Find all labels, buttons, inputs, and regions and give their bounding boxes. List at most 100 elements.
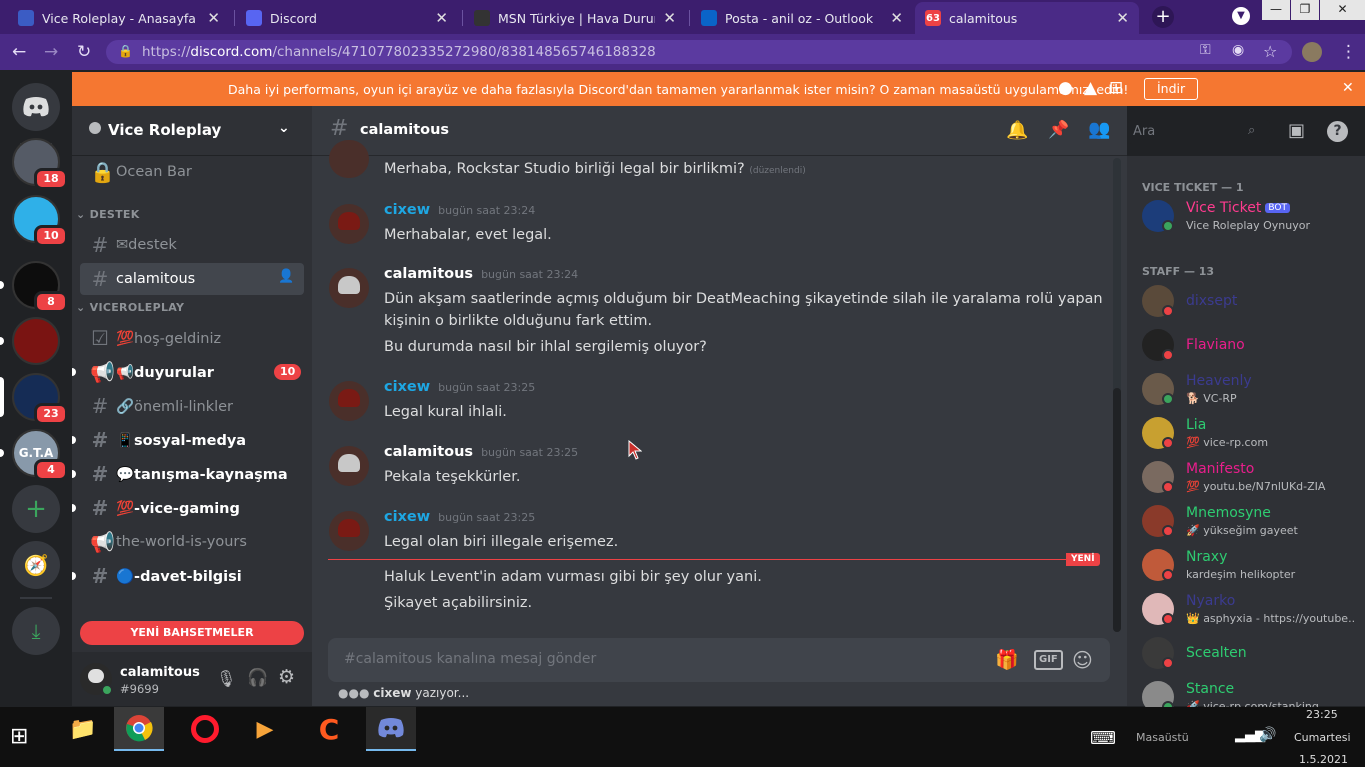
windows-start-icon[interactable]: ⊞ xyxy=(10,724,28,749)
server-icon[interactable] xyxy=(12,317,60,365)
clock-time[interactable]: 23:25 xyxy=(1306,708,1338,721)
tab-search-icon[interactable]: ▼ xyxy=(1232,7,1250,25)
gift-icon[interactable]: 🎁 xyxy=(995,648,1019,671)
invite-icon[interactable]: 👤 xyxy=(278,269,294,284)
channel-item[interactable]: # 🔵-davet-bilgisi xyxy=(80,560,304,592)
avatar[interactable] xyxy=(329,268,369,308)
member-name[interactable]: Heavenly xyxy=(1186,373,1252,389)
forward-icon[interactable]: → xyxy=(44,42,58,62)
member-name-text: dixsept xyxy=(1186,293,1238,309)
close-icon[interactable]: ✕ xyxy=(1342,80,1354,96)
member-name[interactable]: Mnemosyne xyxy=(1186,505,1271,521)
channel-item[interactable]: # 📱sosyal-medya xyxy=(80,424,304,456)
explore-icon[interactable]: 🧭 xyxy=(12,541,60,589)
members-icon[interactable]: 👥 xyxy=(1088,119,1110,140)
keyboard-icon[interactable]: ⌨ xyxy=(1090,728,1116,749)
restore-button[interactable]: ❐ xyxy=(1291,0,1319,20)
browser-tab[interactable]: Vice Roleplay - Anasayfa ✕ xyxy=(8,2,230,34)
channel-item[interactable]: ☑ 💯hoş-geldiniz xyxy=(80,322,304,354)
member-name[interactable]: Manifesto xyxy=(1186,461,1254,477)
username: calamitous xyxy=(120,665,200,680)
chat-scrollbar-thumb[interactable] xyxy=(1113,388,1121,632)
download-apps-icon[interactable]: ⤓ xyxy=(12,607,60,655)
online-status-dot xyxy=(1162,393,1174,405)
new-mentions-pill[interactable]: YENİ BAHSETMELER xyxy=(80,621,304,645)
tracking-icon[interactable]: ◉ xyxy=(1232,42,1244,58)
member-name[interactable]: Lia xyxy=(1186,417,1206,433)
member-name[interactable]: dixsept xyxy=(1186,293,1237,309)
browser-tab[interactable]: 63 calamitous ✕ xyxy=(915,2,1139,34)
menu-icon[interactable]: ⋮ xyxy=(1340,42,1357,62)
channel-item[interactable]: # ✉destek xyxy=(80,229,304,261)
gif-icon[interactable]: GIF xyxy=(1034,650,1063,670)
message-author[interactable]: cixew bugün saat 23:25 xyxy=(384,509,535,525)
channel-item[interactable]: # 💯-vice-gaming xyxy=(80,492,304,524)
voice-channel[interactable]: 🔒 Ocean Bar xyxy=(80,156,304,188)
outlook-icon xyxy=(701,10,717,26)
new-tab-button[interactable]: + xyxy=(1152,6,1174,28)
member-name[interactable]: Vice Ticket BOT xyxy=(1186,200,1290,216)
mute-mic-icon[interactable]: 🎙 xyxy=(216,669,236,688)
member-name[interactable]: Scealten xyxy=(1186,645,1247,661)
inbox-icon[interactable]: ▣ xyxy=(1288,120,1305,141)
settings-gear-icon[interactable]: ⚙ xyxy=(278,666,295,688)
member-name[interactable]: Nraxy xyxy=(1186,549,1227,565)
key-icon[interactable]: ⚿ xyxy=(1200,42,1211,58)
member-name[interactable]: Stance xyxy=(1186,681,1234,697)
channel-category[interactable]: ⌄ VICEROLEPLAY xyxy=(76,301,184,314)
profile-avatar[interactable] xyxy=(1302,42,1322,62)
minimize-button[interactable]: — xyxy=(1262,0,1290,20)
back-icon[interactable]: ← xyxy=(12,42,26,62)
channel-item[interactable]: 📢 📢duyurular 10 xyxy=(80,356,304,388)
pin-icon[interactable]: 📌 xyxy=(1048,120,1069,140)
discord-home-icon[interactable] xyxy=(12,83,60,131)
message-author[interactable]: calamitous bugün saat 23:25 xyxy=(384,444,578,460)
message-author[interactable]: cixew bugün saat 23:25 xyxy=(384,379,535,395)
reload-icon[interactable]: ↻ xyxy=(77,42,91,62)
opera-icon[interactable] xyxy=(180,707,230,751)
search-input[interactable]: Ara ⌕ xyxy=(1128,120,1270,144)
browser-tab[interactable]: Discord ✕ xyxy=(236,2,458,34)
message-author[interactable]: calamitous bugün saat 23:24 xyxy=(384,266,578,282)
member-name[interactable]: Flaviano xyxy=(1186,337,1245,353)
channel-item[interactable]: # 💬tanışma-kaynaşma xyxy=(80,458,304,490)
media-player-icon[interactable]: ▶ xyxy=(240,707,290,751)
file-explorer-icon[interactable]: 📁 xyxy=(58,707,108,751)
download-button[interactable]: İndir xyxy=(1144,78,1199,100)
message-author[interactable]: cixew bugün saat 23:24 xyxy=(384,202,535,218)
tab-close-icon[interactable]: ✕ xyxy=(1116,9,1129,27)
star-icon[interactable]: ☆ xyxy=(1263,42,1277,61)
avatar[interactable] xyxy=(329,446,369,486)
lock-icon[interactable]: 🔒 xyxy=(118,44,133,58)
member-name[interactable]: Nyarko xyxy=(1186,593,1235,609)
bell-icon[interactable]: 🔔 xyxy=(1006,120,1028,141)
server-header[interactable]: Vice Roleplay ⌄ xyxy=(72,106,312,156)
volume-icon[interactable]: 🔊 xyxy=(1259,727,1276,743)
browser-tab[interactable]: Posta - anil oz - Outlook ✕ xyxy=(691,2,913,34)
desktop-label[interactable]: Masaüstü xyxy=(1136,731,1189,744)
avatar[interactable] xyxy=(329,204,369,244)
close-window-button[interactable]: ✕ xyxy=(1320,0,1365,20)
message-input[interactable]: #calamitous kanalına mesaj gönder 🎁 GIF … xyxy=(328,638,1110,682)
tab-close-icon[interactable]: ✕ xyxy=(435,9,448,27)
chrome-icon[interactable] xyxy=(114,707,164,751)
channel-item[interactable]: 📢 the-world-is-yours xyxy=(80,526,304,558)
discord-taskbar-icon[interactable] xyxy=(366,707,416,751)
avatar[interactable] xyxy=(329,381,369,421)
channel-hash-icon: # xyxy=(91,428,109,452)
headphones-icon[interactable]: 🎧 xyxy=(247,668,268,688)
url-text[interactable]: https://discord.com/channels/47107780233… xyxy=(142,44,656,60)
tab-close-icon[interactable]: ✕ xyxy=(890,9,903,27)
add-server-icon[interactable]: + xyxy=(12,485,60,533)
tab-close-icon[interactable]: ✕ xyxy=(663,9,676,27)
tab-close-icon[interactable]: ✕ xyxy=(207,9,220,27)
browser-tab[interactable]: MSN Türkiye | Hava Durumu, S ✕ xyxy=(464,2,686,34)
avatar[interactable] xyxy=(329,140,369,178)
channel-category[interactable]: ⌄ DESTEK xyxy=(76,208,140,221)
avatar[interactable] xyxy=(329,511,369,551)
app-c-icon[interactable]: C xyxy=(304,707,354,751)
help-icon[interactable]: ? xyxy=(1327,121,1348,142)
channel-item[interactable]: # 🔗önemli-linkler xyxy=(80,390,304,422)
channel-item[interactable]: # calamitous 👤 xyxy=(80,263,304,295)
emoji-icon[interactable]: ☺ xyxy=(1072,648,1093,672)
